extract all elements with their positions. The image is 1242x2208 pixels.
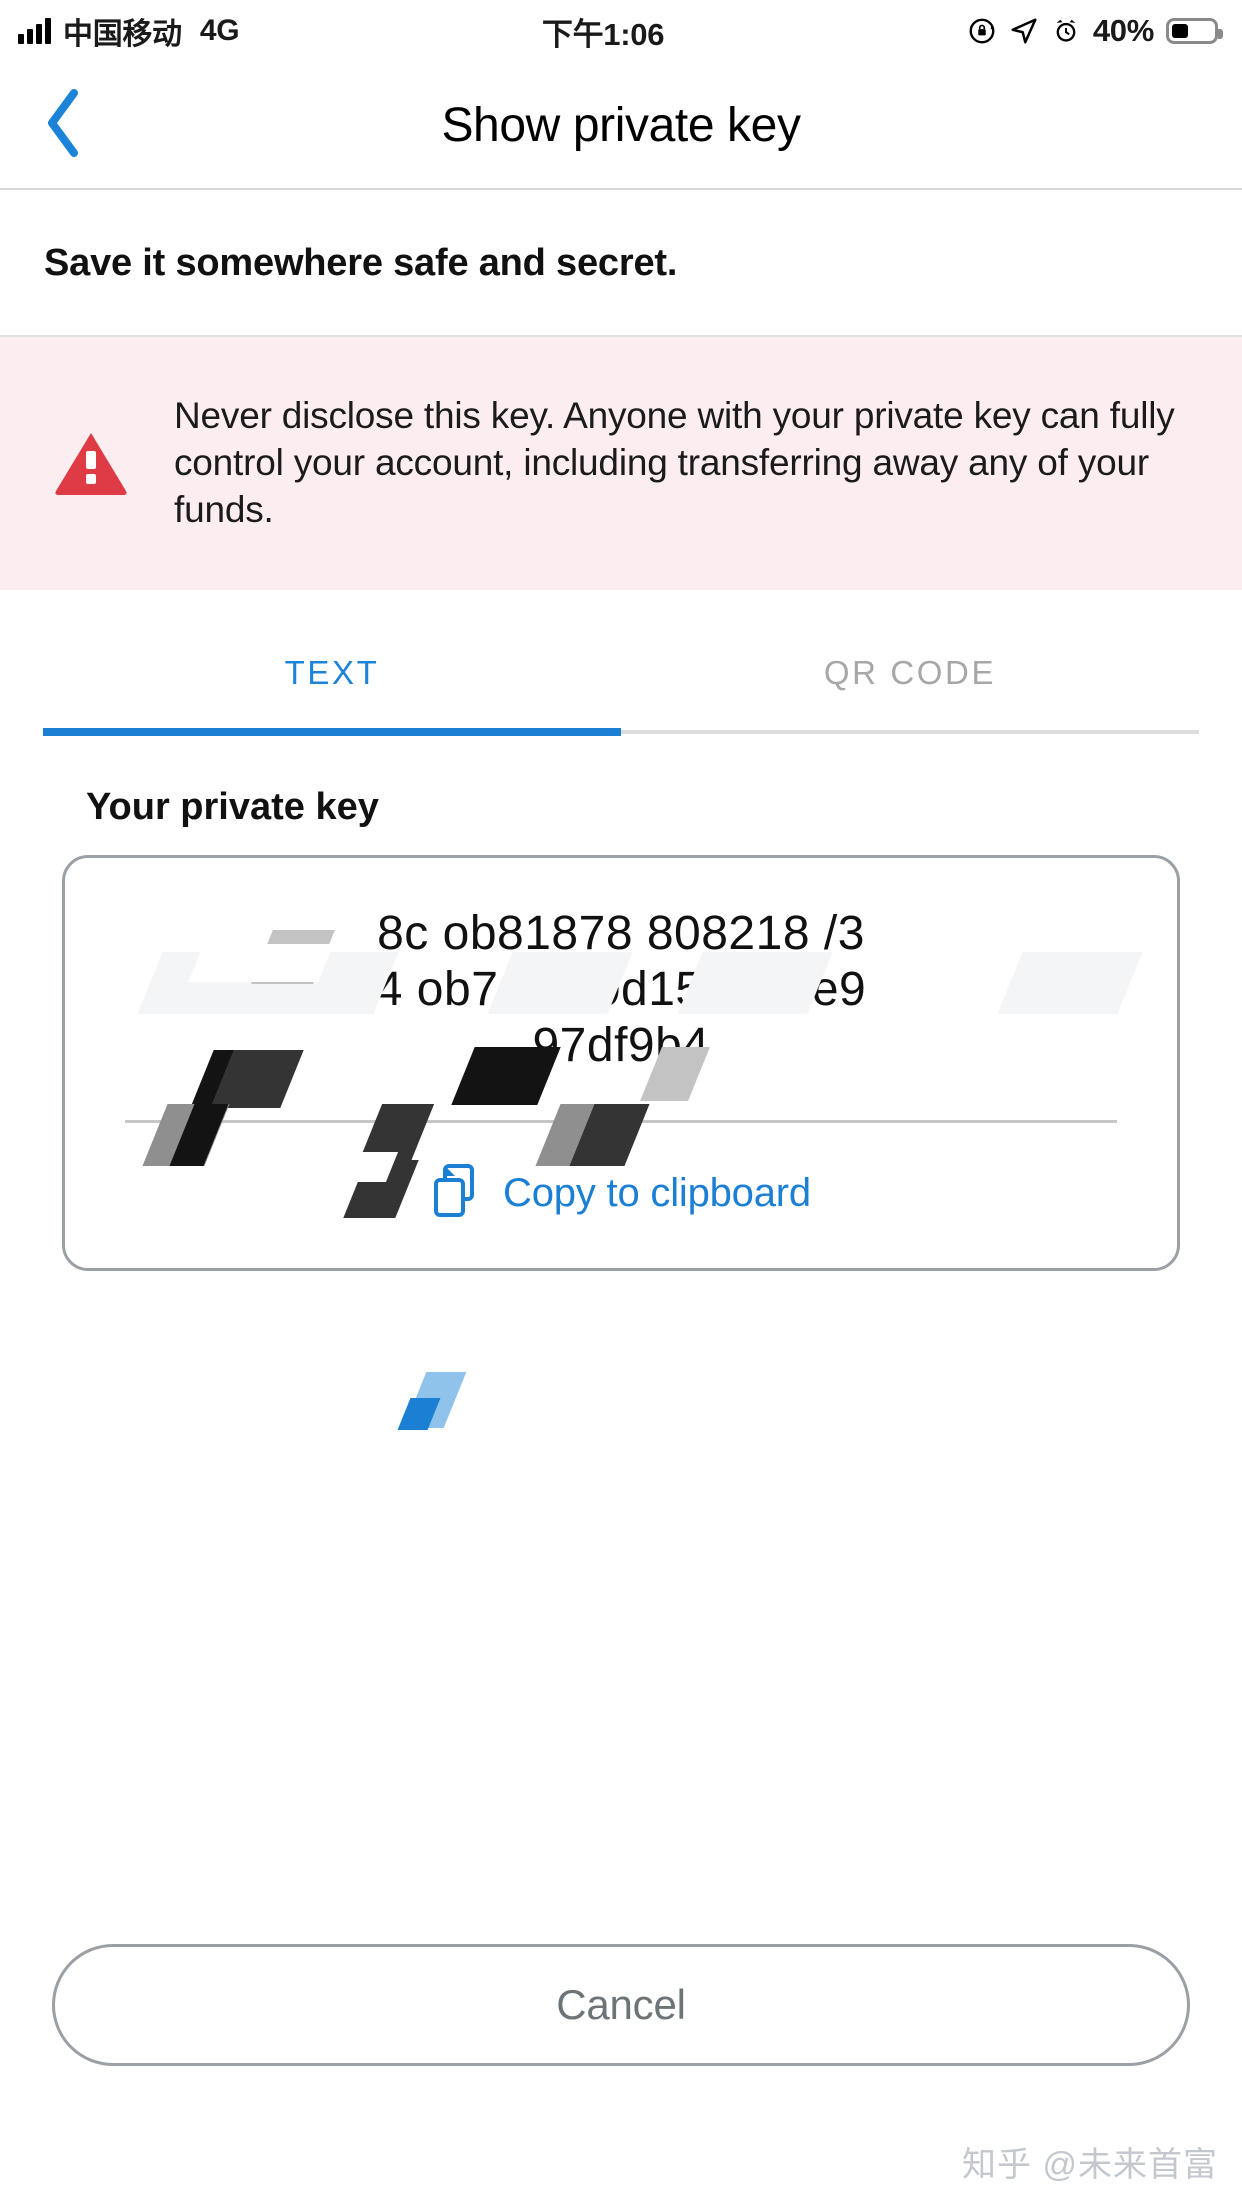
location-arrow-icon bbox=[1009, 16, 1039, 46]
warning-banner: Never disclose this key. Anyone with you… bbox=[0, 337, 1242, 590]
cancel-button[interactable]: Cancel bbox=[52, 1944, 1190, 2066]
redaction-mark bbox=[443, 1372, 499, 1428]
warning-text: Never disclose this key. Anyone with you… bbox=[174, 395, 1175, 530]
status-bar-center: 下午1:06 bbox=[239, 9, 967, 54]
private-key-card: 8c ob81878 808218 /3 4 ob7e23 0d156b /7e… bbox=[62, 854, 1180, 1272]
private-key-line: 8c ob81878 808218 /3 bbox=[377, 906, 865, 960]
copy-to-clipboard-label: Copy to clipboard bbox=[503, 1171, 811, 1216]
tab-text[interactable]: TEXT bbox=[43, 654, 621, 730]
redaction-mark bbox=[397, 1398, 441, 1430]
cancel-button-label: Cancel bbox=[556, 1981, 686, 2028]
watermark: 知乎 @未来首富 bbox=[962, 2146, 1218, 2184]
private-key-label-row: Your private key bbox=[0, 734, 1242, 829]
copy-to-clipboard-button[interactable]: Copy to clipboard bbox=[105, 1123, 1137, 1268]
alarm-clock-icon bbox=[1051, 16, 1081, 46]
clock-label: 下午1:06 bbox=[541, 16, 665, 52]
private-key-line: 97df9b4 bbox=[532, 1019, 710, 1073]
status-bar: 中国移动 4G 下午1:06 40% bbox=[0, 0, 1242, 62]
back-button[interactable] bbox=[24, 85, 104, 165]
warning-triangle-icon bbox=[52, 429, 130, 497]
status-bar-right: 40% bbox=[967, 13, 1223, 49]
battery-icon bbox=[1166, 18, 1223, 44]
subtitle-text: Save it somewhere safe and secret. bbox=[44, 242, 678, 284]
status-bar-left: 中国移动 4G bbox=[18, 9, 240, 53]
cancel-section: Cancel bbox=[0, 1944, 1242, 2066]
tab-list: TEXT QR CODE bbox=[43, 654, 1199, 730]
network-type-label: 4G bbox=[199, 14, 240, 47]
redaction-mark bbox=[403, 1372, 485, 1428]
private-key-label: Your private key bbox=[86, 785, 379, 828]
signal-bars-icon bbox=[18, 18, 51, 44]
rotation-lock-icon bbox=[967, 16, 997, 46]
subtitle-section: Save it somewhere safe and secret. bbox=[0, 190, 1242, 337]
private-key-line: 4 ob7e23 0d156b /7e9 bbox=[375, 963, 867, 1017]
chevron-left-icon bbox=[41, 87, 87, 164]
navigation-bar: Show private key bbox=[0, 62, 1242, 190]
tab-qr-code[interactable]: QR CODE bbox=[621, 654, 1199, 730]
private-key-value[interactable]: 8c ob81878 808218 /3 4 ob7e23 0d156b /7e… bbox=[105, 906, 1137, 1074]
tabs-section: TEXT QR CODE bbox=[0, 590, 1242, 736]
carrier-label: 中国移动 bbox=[63, 18, 182, 51]
battery-percent-label: 40% bbox=[1092, 13, 1154, 48]
copy-icon bbox=[431, 1163, 483, 1224]
page-title: Show private key bbox=[441, 98, 801, 152]
